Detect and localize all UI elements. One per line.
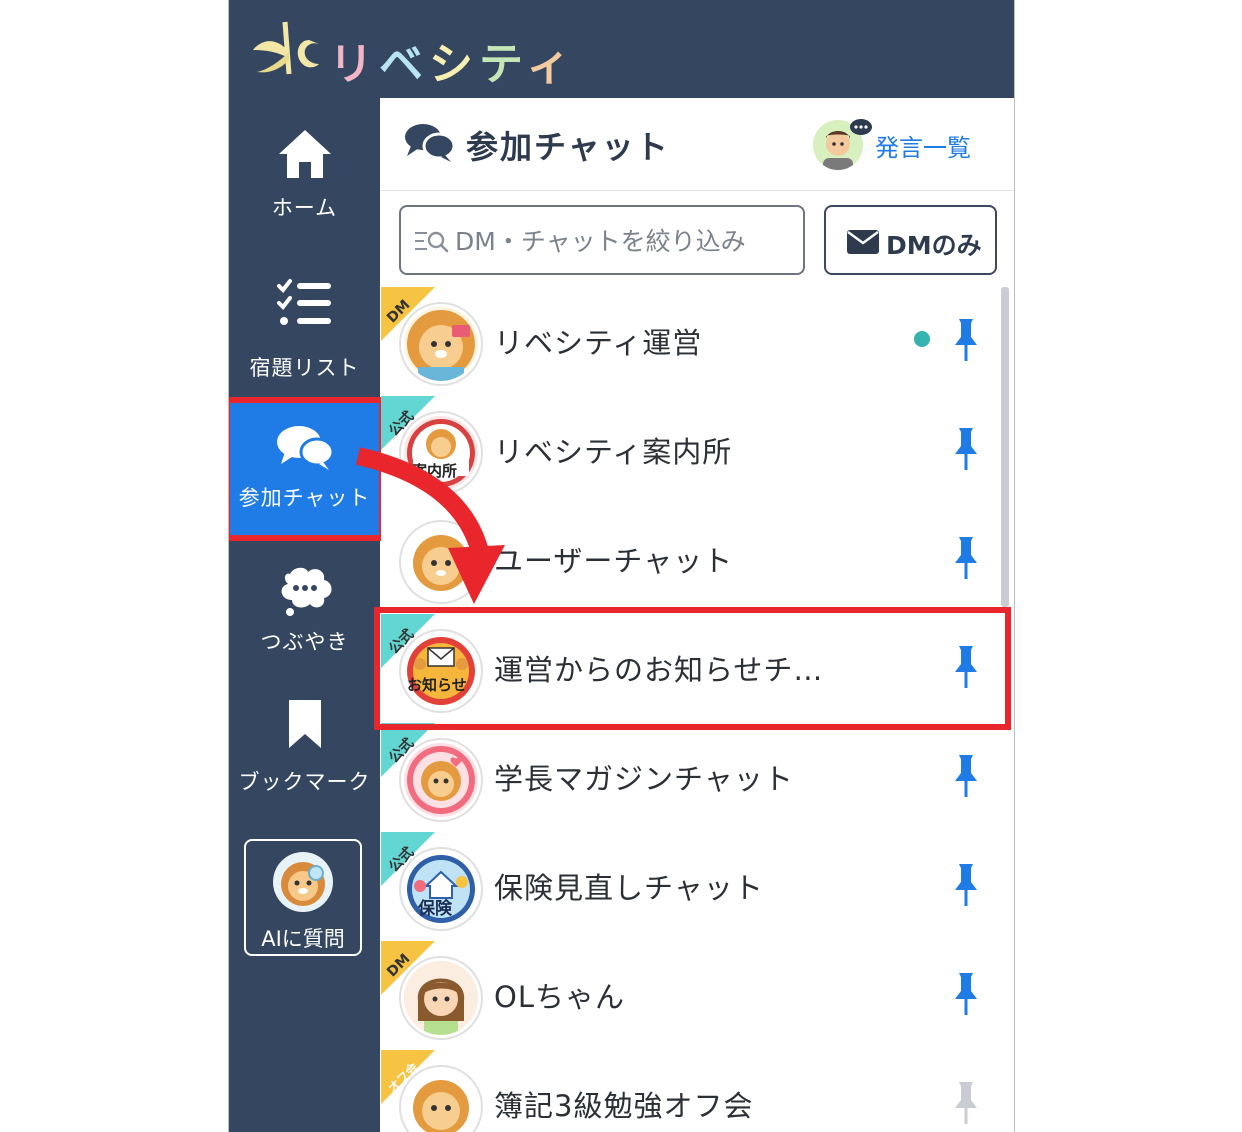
sidebar-item-homework[interactable]: 宿題リスト [229,278,380,388]
chat-row-6[interactable]: 公式 保険 保険見直しチャット [381,832,1001,942]
pin-icon[interactable] [953,535,979,581]
typing-indicator-icon [850,119,872,135]
chat-row-5[interactable]: 公式 学長マガジンチャット [381,723,1001,833]
home-icon [278,130,331,178]
chat-name: 学長マガジンチャット [494,762,794,796]
pin-icon[interactable] [953,971,979,1017]
lion-avatar-icon [401,1067,481,1132]
chat-row-3[interactable]: ユーザーチャット [381,505,1001,615]
filter-search-icon [415,231,449,253]
insurance-house-icon: 保険 [401,849,481,929]
chat-bubbles-icon [405,124,456,162]
bookmark-icon [288,700,321,748]
icon-caption: 保険 [418,899,452,919]
pin-icon[interactable] [953,644,979,690]
logo-leaf-icon [253,21,319,75]
chat-filter-search[interactable] [399,205,805,275]
logo-text: リベシティ [329,39,577,90]
lion-avatar-icon [401,304,481,384]
dm-only-button[interactable]: DMのみ [824,205,997,275]
chat-list: DM リベシティ運営 公式 案内所 リベシティ案内所 ユーザーチャット 公式 お… [381,287,1001,1132]
chat-row-7[interactable]: DM OLちゃん [381,941,1001,1051]
chat-row-1[interactable]: DM リベシティ運営 [381,287,1001,397]
sidebar-item-label: 参加チャット [238,486,371,510]
app-window: リベシティ ホーム 宿題リスト 参加チャット つぶやき ブックマーク AIに質問… [228,0,1015,1132]
envelope-icon [847,230,879,254]
chat-row-2[interactable]: 公式 案内所 リベシティ案内所 [381,396,1001,506]
sidebar-nav: ホーム 宿題リスト 参加チャット つぶやき ブックマーク AIに質問 [229,98,385,1132]
chat-name: 保険見直しチャット [494,871,764,905]
chat-name: 簿記3級勉強オフ会 [494,1089,754,1123]
checklist-icon [276,279,331,325]
sidebar-item-label: ブックマーク [238,770,371,794]
chat-name: OLちゃん [494,980,625,1014]
speech-bubble-icon [281,567,331,616]
post-history-link[interactable]: 発言一覧 [875,128,971,163]
sidebar-item-chat[interactable]: 参加チャット [229,397,385,541]
pin-icon[interactable] [953,862,979,908]
announcement-icon: お知らせ [401,631,481,711]
sidebar-item-label: ホーム [271,196,338,220]
lion-angel-icon [401,740,481,820]
woman-avatar-icon [401,958,481,1038]
chat-row-4[interactable]: 公式 お知らせ 運営からのお知らせチ… [381,614,1001,724]
info-desk-icon: 案内所 [401,413,481,493]
top-bar: リベシティ [229,0,1014,98]
ai-question-label: AIに質問 [261,927,345,951]
dm-only-label: DMのみ [886,231,982,260]
ai-question-button[interactable]: AIに質問 [244,839,362,956]
online-indicator [914,331,930,347]
chat-name: ユーザーチャット [494,544,734,578]
chat-name: 運営からのお知らせチ… [494,653,824,687]
chat-name: リベシティ案内所 [494,435,733,469]
sidebar-item-label: 宿題リスト [249,356,360,380]
page-title: 参加チャット [466,128,670,166]
pin-outline-icon[interactable] [953,1080,979,1126]
chat-row-8[interactable]: オフ会 簿記3級勉強オフ会 [381,1050,1001,1132]
sidebar-item-tweets[interactable]: つぶやき [229,566,380,676]
chat-name: リベシティ運営 [494,326,703,360]
sidebar-item-bookmark[interactable]: ブックマーク [229,698,380,808]
pin-icon[interactable] [953,426,979,472]
icon-caption: お知らせ [407,676,467,694]
lion-avatar-icon [401,522,481,602]
sidebar-item-home[interactable]: ホーム [229,128,380,238]
chat-bubbles-icon [276,426,334,470]
chat-list-header: 参加チャット 発言一覧 [381,98,1014,191]
pin-icon[interactable] [953,753,979,799]
sidebar-item-label: つぶやき [260,630,349,654]
pin-icon[interactable] [953,317,979,363]
search-input[interactable] [453,221,797,261]
icon-caption: 案内所 [412,462,458,480]
scrollbar[interactable] [1001,287,1009,607]
lion-avatar-icon [273,852,333,912]
